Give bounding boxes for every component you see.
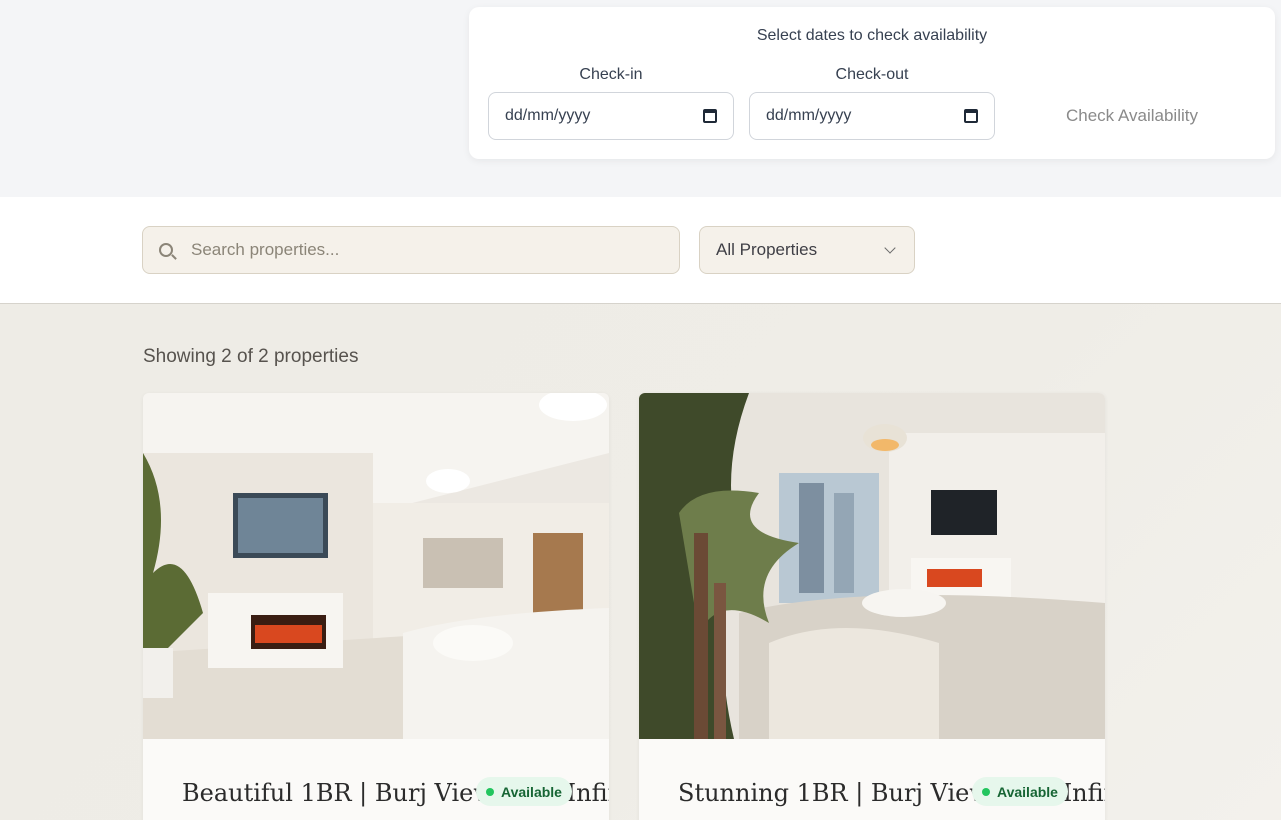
property-type-value: All Properties — [716, 240, 818, 259]
calendar-icon[interactable] — [964, 109, 978, 123]
checkout-date-value: dd/mm/yyyy — [766, 107, 852, 124]
property-type-select[interactable]: All Properties — [699, 226, 915, 274]
filter-bar: Search properties... All Properties — [0, 197, 1281, 304]
availability-card: Select dates to check availability Check… — [469, 7, 1275, 159]
checkin-date-value: dd/mm/yyyy — [505, 107, 591, 124]
checkin-date-input[interactable]: dd/mm/yyyy — [488, 92, 734, 140]
property-listing: Showing 2 of 2 properties Beautiful 1BR … — [0, 304, 1281, 820]
property-card[interactable]: Stunning 1BR | Burj View from Infinity P… — [639, 393, 1105, 820]
status-badge: Available — [476, 777, 572, 806]
status-dot-icon — [486, 787, 494, 796]
status-label: Available — [501, 783, 562, 800]
property-card[interactable]: Beautiful 1BR | Burj View from Infinity … — [143, 393, 609, 820]
availability-section: Select dates to check availability Check… — [0, 0, 1281, 197]
results-count: Showing 2 of 2 properties — [143, 346, 359, 367]
calendar-icon[interactable] — [703, 109, 717, 123]
checkin-label: Check-in — [579, 66, 643, 83]
chevron-down-icon — [884, 242, 896, 254]
search-input[interactable]: Search properties... — [142, 226, 680, 274]
search-placeholder: Search properties... — [191, 240, 340, 259]
status-label: Available — [997, 783, 1058, 800]
search-icon — [159, 243, 173, 257]
property-photo[interactable] — [639, 393, 1105, 739]
check-availability-button[interactable]: Check Availability — [1029, 92, 1235, 140]
status-dot-icon — [982, 787, 990, 796]
status-badge: Available — [972, 777, 1068, 806]
checkout-label: Check-out — [835, 66, 909, 83]
property-photo[interactable] — [143, 393, 609, 739]
checkout-date-input[interactable]: dd/mm/yyyy — [749, 92, 995, 140]
availability-title: Select dates to check availability — [756, 27, 988, 44]
